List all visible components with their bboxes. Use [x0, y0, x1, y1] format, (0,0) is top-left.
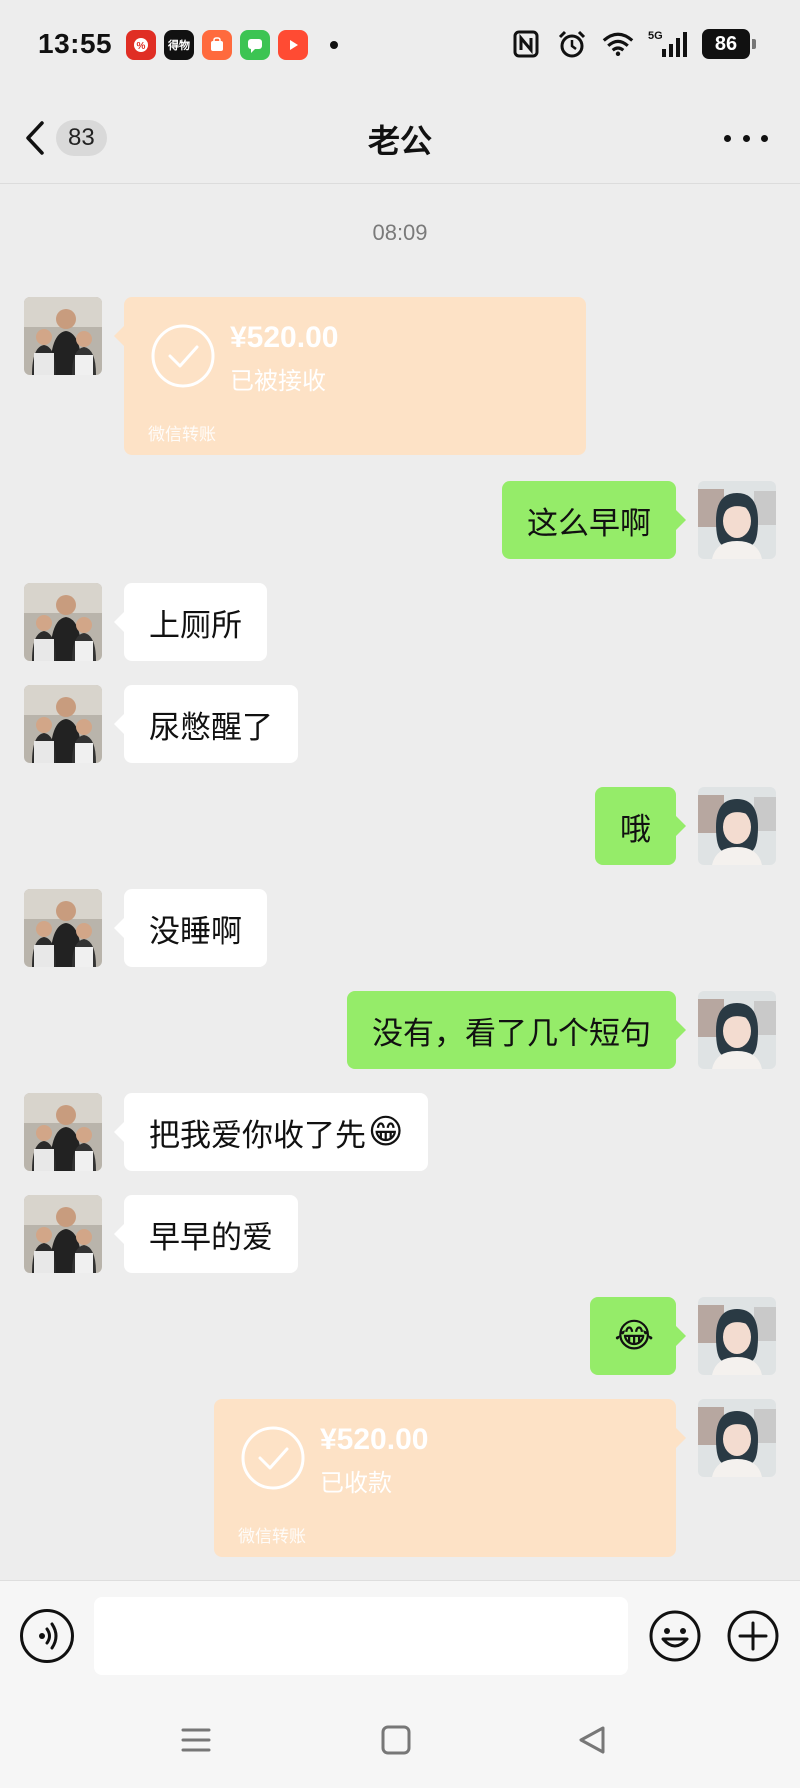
cellular-signal-icon: 5G	[648, 28, 688, 60]
home-button[interactable]	[378, 1722, 414, 1758]
husband-photo-icon	[24, 1093, 102, 1171]
unread-count-badge: 83	[56, 120, 107, 156]
message-timestamp: 08:09	[372, 220, 428, 245]
husband-avatar[interactable]	[24, 297, 102, 375]
recent-apps-button[interactable]	[178, 1722, 214, 1758]
plus-circle-icon	[727, 1610, 779, 1662]
message-text: 上厕所	[149, 607, 242, 644]
status-time: 13:55	[38, 28, 113, 59]
message-bubble-outgoing[interactable]: 哦	[595, 787, 686, 865]
my-avatar[interactable]	[698, 787, 776, 865]
nav-back-button[interactable]	[574, 1722, 610, 1758]
message-text: 把我爱你收了先	[149, 1117, 366, 1154]
check-circle-icon	[151, 324, 215, 388]
message-text: 早早的爱	[149, 1219, 273, 1256]
status-app-icons: % 得物	[126, 30, 338, 60]
husband-avatar[interactable]	[24, 1195, 102, 1273]
message-text: 这么早啊	[527, 505, 651, 542]
message-bubble-incoming[interactable]: 早早的爱	[114, 1195, 298, 1273]
husband-avatar[interactable]	[24, 1093, 102, 1171]
pinduoduo-app-icon: %	[126, 30, 156, 60]
chat-header: 83 老公	[0, 92, 800, 184]
system-nav-bar	[0, 1690, 800, 1788]
husband-photo-icon	[24, 583, 102, 661]
chevron-left-icon	[26, 121, 44, 155]
my-avatar[interactable]	[698, 481, 776, 559]
video-app-icon	[278, 30, 308, 60]
transfer-card-outgoing[interactable]: ¥520.00 已收款 微信转账	[214, 1399, 686, 1557]
more-dot-icon	[742, 134, 750, 142]
voice-icon	[39, 1622, 58, 1650]
wifi-icon	[602, 28, 634, 60]
husband-photo-icon	[24, 685, 102, 763]
message-text: 没有，看了几个短句	[372, 1015, 651, 1052]
wife-photo-icon	[698, 787, 776, 865]
transfer-amount: ¥520.00	[320, 1423, 429, 1456]
wife-photo-icon	[698, 481, 776, 559]
svg-text:5G: 5G	[648, 30, 663, 42]
transfer-footer: 微信转账	[148, 425, 216, 445]
more-dot-icon	[724, 134, 731, 142]
message-text: 尿憋醒了	[149, 709, 273, 746]
square-home-icon	[381, 1725, 411, 1755]
smiley-icon	[649, 1610, 701, 1662]
husband-avatar[interactable]	[24, 889, 102, 967]
nfc-icon	[510, 28, 542, 60]
messages-app-icon	[240, 30, 270, 60]
message-bubble-incoming[interactable]: 没睡啊	[114, 889, 267, 967]
alarm-icon	[556, 28, 588, 60]
status-bar: 13:55 % 得物 5G 86	[0, 0, 800, 92]
wife-photo-icon	[698, 991, 776, 1069]
message-bubble-incoming[interactable]: 把我爱你收了先 😁	[113, 1093, 429, 1171]
wife-photo-icon	[698, 1297, 776, 1375]
message-bubble-incoming[interactable]: 上厕所	[114, 583, 267, 661]
back-button[interactable]: 83	[24, 116, 124, 160]
transfer-footer: 微信转账	[238, 1527, 306, 1547]
check-circle-icon	[241, 1426, 305, 1490]
voice-input-button[interactable]	[20, 1609, 74, 1663]
my-avatar[interactable]	[698, 1297, 776, 1375]
husband-photo-icon	[24, 889, 102, 967]
dewu-app-label: 得物	[168, 39, 190, 52]
transfer-status: 已被接收	[230, 367, 326, 395]
wife-photo-icon	[698, 1399, 776, 1477]
more-functions-button[interactable]	[726, 1609, 780, 1663]
message-bubble-outgoing[interactable]: 😂	[590, 1297, 686, 1375]
husband-photo-icon	[24, 1195, 102, 1273]
more-dot-icon	[761, 134, 768, 142]
triangle-back-icon	[579, 1726, 605, 1754]
message-text: 哦	[620, 811, 651, 848]
transfer-status: 已收款	[320, 1469, 392, 1497]
my-avatar[interactable]	[698, 1399, 776, 1477]
message-bubble-outgoing[interactable]: 这么早啊	[502, 481, 686, 559]
more-options-button[interactable]	[724, 120, 768, 156]
input-bar	[0, 1580, 800, 1690]
tears-of-joy-emoji-icon: 😂	[614, 1316, 654, 1356]
husband-avatar[interactable]	[24, 583, 102, 661]
shop-app-icon	[202, 30, 232, 60]
status-system-icons: 5G 86	[510, 28, 756, 60]
svg-text:%: %	[137, 41, 146, 52]
message-input[interactable]	[94, 1597, 628, 1675]
message-bubble-outgoing[interactable]: 没有，看了几个短句	[347, 991, 686, 1069]
message-text: 没睡啊	[149, 913, 242, 950]
transfer-card-incoming[interactable]: ¥520.00 已被接收 微信转账	[114, 297, 586, 455]
more-notifications-dot	[330, 41, 338, 49]
husband-photo-icon	[24, 297, 102, 375]
battery-indicator: 86	[702, 29, 756, 59]
transfer-amount: ¥520.00	[230, 321, 339, 354]
dewu-app-icon: 得物	[164, 30, 194, 60]
menu-icon	[181, 1728, 211, 1752]
emoji-button[interactable]	[648, 1609, 702, 1663]
husband-avatar[interactable]	[24, 685, 102, 763]
grinning-emoji-icon: 😁	[368, 1112, 404, 1152]
message-bubble-incoming[interactable]: 尿憋醒了	[114, 685, 298, 763]
my-avatar[interactable]	[698, 991, 776, 1069]
